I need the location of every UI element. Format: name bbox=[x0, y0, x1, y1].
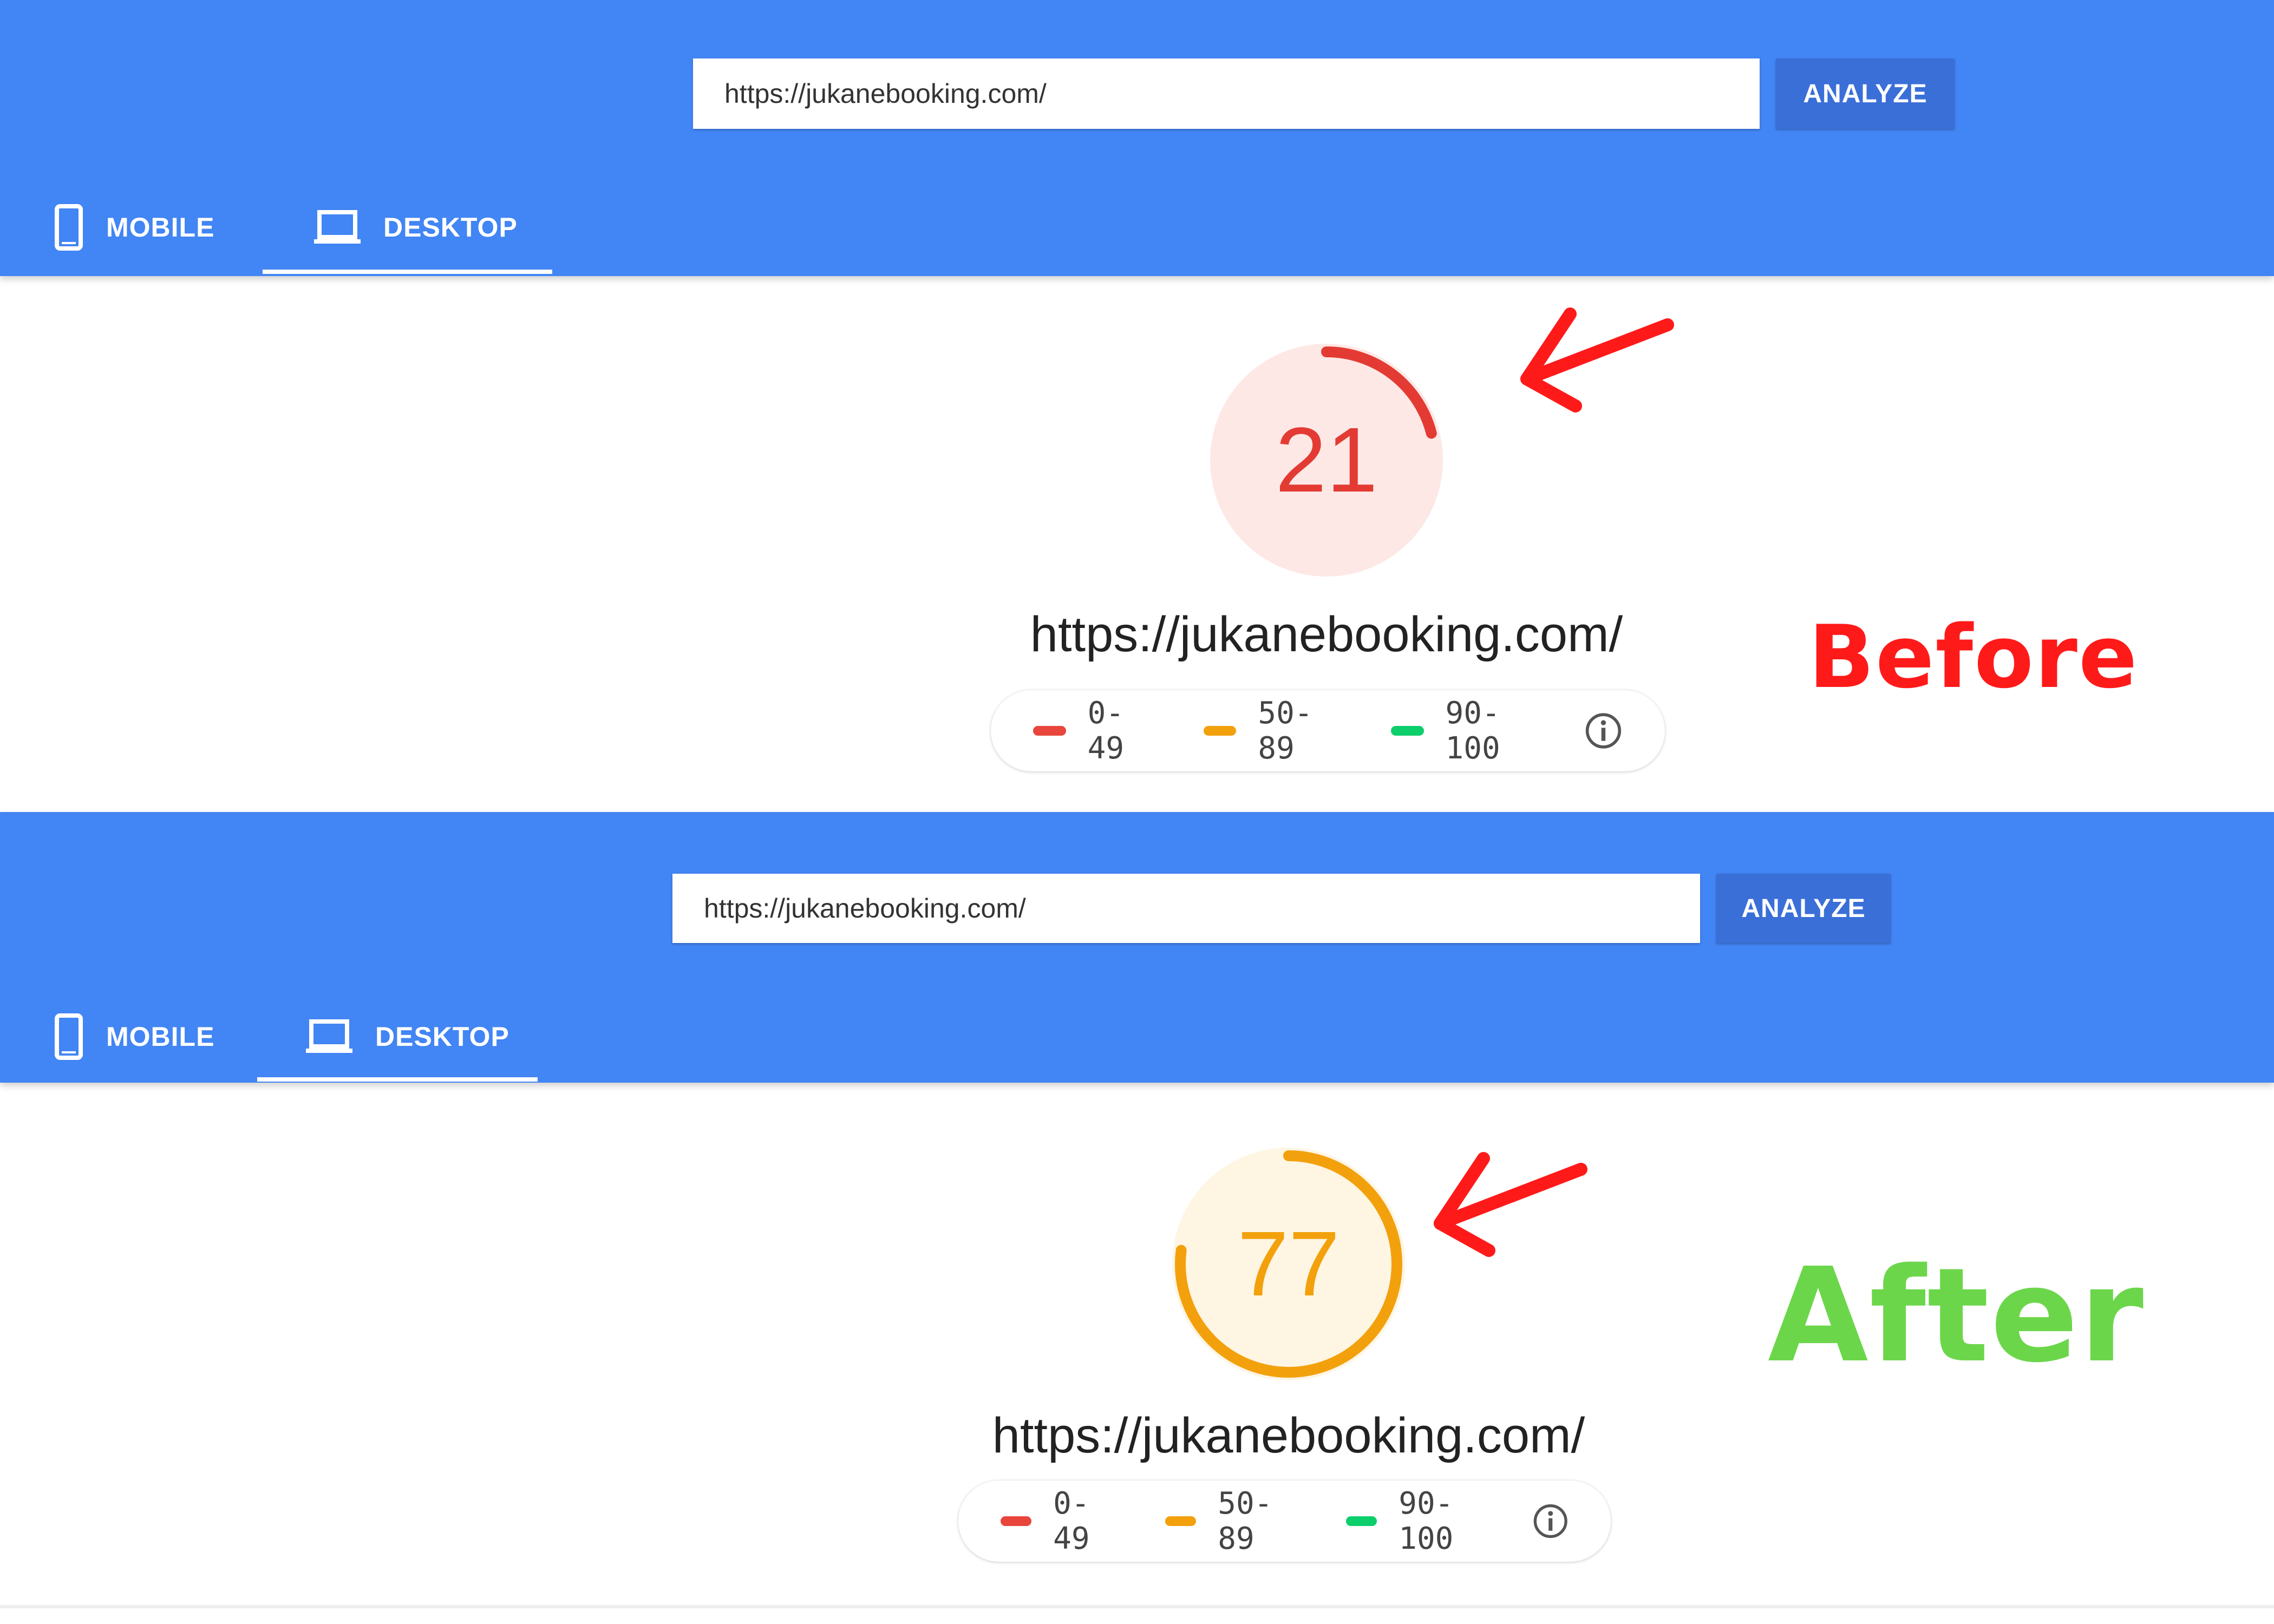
arrow-icon bbox=[1434, 1152, 1587, 1257]
tab-desktop[interactable]: DESKTOP bbox=[306, 1012, 509, 1061]
legend-label: 0-49 bbox=[1053, 1486, 1090, 1556]
laptop-icon bbox=[306, 1019, 352, 1053]
analyzed-url: https://jukanebooking.com/ bbox=[1030, 607, 1623, 662]
legend-item-poor: 0-49 bbox=[1001, 1486, 1116, 1556]
legend-swatch bbox=[1203, 726, 1237, 736]
legend-label: 90-100 bbox=[1445, 696, 1500, 766]
divider bbox=[0, 1605, 2274, 1608]
legend-swatch bbox=[1033, 726, 1066, 736]
legend-swatch bbox=[1345, 1516, 1377, 1526]
tab-mobile[interactable]: MOBILE bbox=[54, 1012, 214, 1061]
score-gauge: 77 bbox=[1164, 1140, 1413, 1389]
legend-swatch bbox=[1390, 726, 1424, 736]
legend-item-poor: 0-49 bbox=[1033, 696, 1155, 766]
report-panel-after: ANALYZE MOBILE DESKTOP 77 https://jukan bbox=[0, 812, 2274, 1624]
legend-label: 90-100 bbox=[1399, 1486, 1454, 1556]
legend-item-good: 90-100 bbox=[1390, 696, 1546, 766]
after-label: After bbox=[1768, 1240, 2145, 1391]
legend-label: 50-89 bbox=[1258, 696, 1313, 766]
info-icon[interactable] bbox=[1584, 710, 1623, 751]
tab-mobile-label: MOBILE bbox=[106, 212, 215, 243]
analyzed-url: https://jukanebooking.com/ bbox=[992, 1408, 1585, 1463]
header-bar: ANALYZE MOBILE DESKTOP bbox=[0, 0, 2274, 276]
info-icon[interactable] bbox=[1532, 1501, 1569, 1542]
tab-mobile[interactable]: MOBILE bbox=[54, 203, 214, 252]
tab-desktop[interactable]: DESKTOP bbox=[314, 203, 518, 252]
legend-item-average: 50-89 bbox=[1165, 1486, 1297, 1556]
legend-item-good: 90-100 bbox=[1345, 1486, 1494, 1556]
tab-desktop-label: DESKTOP bbox=[375, 1021, 509, 1052]
laptop-icon bbox=[314, 210, 361, 244]
url-input[interactable] bbox=[693, 58, 1760, 129]
report-panel-before: ANALYZE MOBILE DESKTOP 21 https://jukan bbox=[0, 0, 2274, 812]
analyze-button[interactable]: ANALYZE bbox=[1716, 874, 1891, 943]
phone-icon bbox=[55, 1013, 83, 1060]
performance-score: 21 bbox=[1275, 409, 1378, 512]
url-input[interactable] bbox=[672, 874, 1700, 943]
arrow-icon bbox=[1520, 307, 1674, 412]
tab-desktop-label: DESKTOP bbox=[383, 212, 518, 243]
legend-swatch bbox=[1165, 1516, 1197, 1526]
legend-item-average: 50-89 bbox=[1203, 696, 1342, 766]
legend-label: 50-89 bbox=[1218, 1486, 1273, 1556]
analyze-button[interactable]: ANALYZE bbox=[1776, 58, 1955, 129]
score-legend: 0-49 50-89 90-100 bbox=[991, 690, 1665, 771]
phone-icon bbox=[55, 204, 83, 251]
legend-label: 0-49 bbox=[1087, 696, 1125, 766]
score-legend: 0-49 50-89 90-100 bbox=[958, 1481, 1611, 1562]
tab-mobile-label: MOBILE bbox=[106, 1021, 215, 1052]
score-gauge: 21 bbox=[1202, 336, 1451, 585]
active-tab-indicator bbox=[263, 270, 552, 274]
before-label: Before bbox=[1808, 606, 2139, 708]
active-tab-indicator bbox=[257, 1077, 538, 1082]
header-bar: ANALYZE MOBILE DESKTOP bbox=[0, 812, 2274, 1083]
legend-swatch bbox=[1001, 1516, 1032, 1526]
performance-score: 77 bbox=[1237, 1213, 1340, 1315]
